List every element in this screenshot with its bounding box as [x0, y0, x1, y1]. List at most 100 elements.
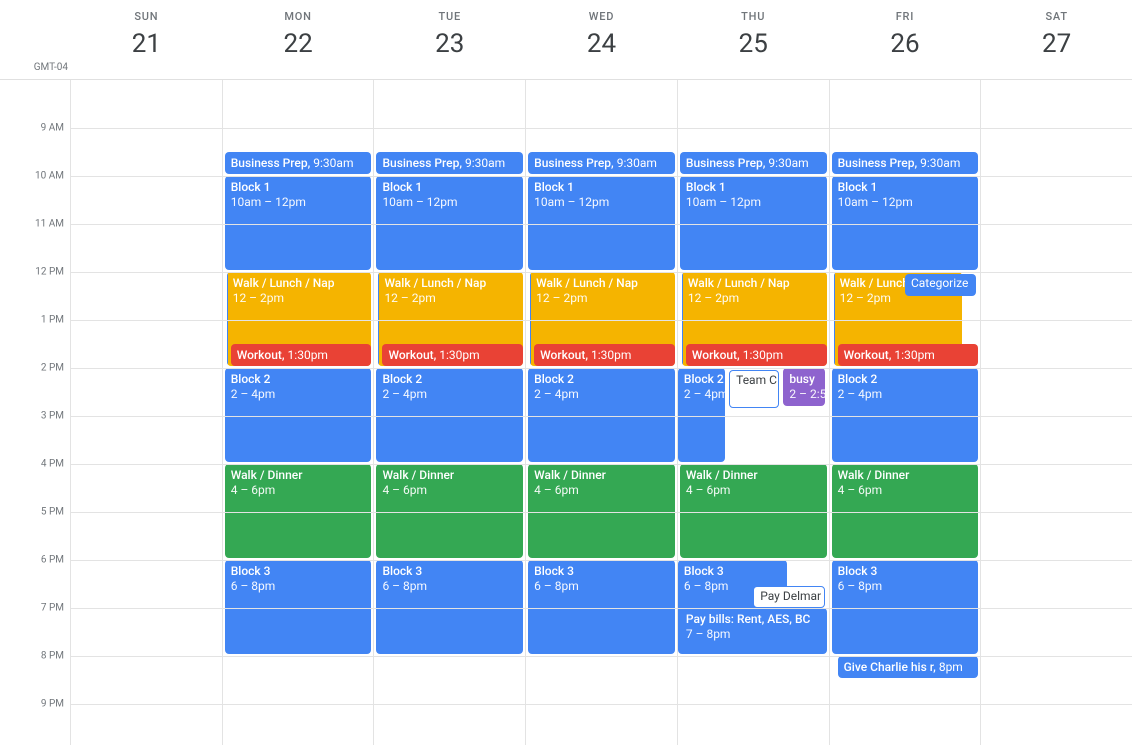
calendar-event[interactable]: Block 110am – 12pm: [832, 176, 979, 270]
event-title: Block 2: [231, 372, 271, 386]
event-time: 9:30am: [614, 156, 657, 170]
calendar-event[interactable]: Give Charlie his r, 8pm: [838, 656, 979, 678]
day-column[interactable]: Business Prep, 9:30amBlock 110am – 12pmW…: [525, 80, 677, 745]
calendar-event[interactable]: Block 110am – 12pm: [528, 176, 675, 270]
day-of-week: WED: [526, 10, 677, 23]
day-column[interactable]: Business Prep, 9:30amBlock 110am – 12pm W…: [829, 80, 981, 745]
event-subtitle: 10am – 12pm: [838, 195, 913, 209]
event-subtitle: 4 – 6pm: [686, 483, 731, 497]
calendar-event[interactable]: Walk / Dinner4 – 6pm: [680, 464, 827, 558]
calendar-event[interactable]: Block 22 – 4pm: [225, 368, 372, 462]
event-chip[interactable]: Team C: [729, 370, 779, 408]
day-column[interactable]: [70, 80, 222, 745]
calendar-event[interactable]: Block 110am – 12pm: [225, 176, 372, 270]
time-label: 5 PM: [41, 507, 64, 518]
calendar-event[interactable]: busy2 – 2:5: [783, 368, 824, 406]
event-subtitle: 10am – 12pm: [534, 195, 609, 209]
event-title: Walk / Dinner: [231, 468, 303, 482]
calendar-event[interactable]: Walk / Dinner4 – 6pm: [376, 464, 523, 558]
event-time: 1:30pm: [436, 348, 479, 362]
time-label: 6 PM: [41, 555, 64, 566]
calendar-header: GMT-04 SUN21MON22TUE23WED24THU25FRI26SAT…: [0, 0, 1132, 80]
day-date: 25: [678, 29, 829, 59]
event-subtitle: 12 – 2pm: [536, 291, 587, 305]
calendar-event[interactable]: Block 110am – 12pm: [680, 176, 827, 270]
calendar-event[interactable]: Workout, 1:30pm: [534, 344, 675, 366]
calendar-event[interactable]: Block 110am – 12pm: [376, 176, 523, 270]
calendar-event[interactable]: Block 22 – 4pm: [528, 368, 675, 462]
event-title: Walk / Lunch / Nap: [536, 276, 638, 290]
event-accent: [530, 272, 531, 366]
event-title: Walk / Dinner: [686, 468, 758, 482]
calendar-event[interactable]: Block 22 – 4pm: [678, 368, 725, 462]
event-subtitle: 4 – 6pm: [838, 483, 883, 497]
calendar-event[interactable]: Workout, 1:30pm: [382, 344, 523, 366]
event-time: 1:30pm: [740, 348, 783, 362]
day-header[interactable]: WED24: [525, 0, 677, 79]
event-title: Block 2: [684, 372, 724, 386]
calendar-event[interactable]: Block 36 – 8pm: [832, 560, 979, 654]
calendar-body: 9 AM10 AM11 AM12 PM1 PM2 PM3 PM4 PM5 PM6…: [0, 80, 1132, 745]
calendar-event[interactable]: Block 22 – 4pm: [832, 368, 979, 462]
day-header[interactable]: THU 25: [677, 0, 829, 79]
event-title: Pay Delmar: [760, 589, 821, 603]
calendar-event[interactable]: Block 36 – 8pm: [376, 560, 523, 654]
day-of-week: SAT: [981, 10, 1132, 23]
calendar-event[interactable]: Business Prep, 9:30am: [376, 152, 523, 174]
event-title: Block 3: [684, 564, 724, 578]
day-column[interactable]: Business Prep, 9:30amBlock 110am – 12pm W…: [677, 80, 829, 745]
event-title: busy: [789, 372, 814, 386]
calendar-event[interactable]: Workout, 1:30pm: [838, 344, 979, 366]
event-accent: [682, 272, 683, 366]
event-chip[interactable]: Categorize: [905, 274, 976, 296]
event-title: Walk / Dinner: [838, 468, 910, 482]
event-time: 9:30am: [765, 156, 808, 170]
event-title: Block 1: [534, 180, 574, 194]
event-subtitle: 10am – 12pm: [382, 195, 457, 209]
day-column[interactable]: Business Prep, 9:30amBlock 110am – 12pm W…: [373, 80, 525, 745]
day-header[interactable]: SUN21: [70, 0, 222, 79]
day-date: 26: [830, 29, 981, 59]
time-label: 8 PM: [41, 651, 64, 662]
event-subtitle: 10am – 12pm: [686, 195, 761, 209]
calendar-event[interactable]: Pay bills: Rent, AES, BC7 – 8pm: [680, 608, 827, 654]
day-column[interactable]: [980, 80, 1132, 745]
event-subtitle: 6 – 8pm: [838, 579, 883, 593]
event-title: Walk / Dinner: [534, 468, 606, 482]
time-label: 3 PM: [41, 411, 64, 422]
event-title: Pay bills: Rent, AES, BC: [686, 612, 810, 626]
day-header[interactable]: FRI26: [829, 0, 981, 79]
day-header[interactable]: TUE23: [373, 0, 525, 79]
calendar-event[interactable]: Walk / Dinner4 – 6pm: [832, 464, 979, 558]
calendar-event[interactable]: Workout, 1:30pm: [686, 344, 827, 366]
event-title: Block 3: [534, 564, 574, 578]
calendar-event[interactable]: Workout, 1:30pm: [231, 344, 372, 366]
calendar-event[interactable]: Business Prep, 9:30am: [680, 152, 827, 174]
calendar-event[interactable]: Business Prep, 9:30am: [528, 152, 675, 174]
event-subtitle: 2 – 4pm: [838, 387, 883, 401]
calendar-event[interactable]: Walk / Dinner4 – 6pm: [528, 464, 675, 558]
calendar-event[interactable]: Block 36 – 8pm: [225, 560, 372, 654]
event-subtitle: 12 – 2pm: [840, 291, 891, 305]
event-subtitle: 2 – 2:5: [789, 387, 824, 401]
event-accent: [378, 272, 379, 366]
event-title: Workout,: [388, 348, 436, 362]
calendar-event[interactable]: Business Prep, 9:30am: [225, 152, 372, 174]
event-title: Categorize: [911, 276, 968, 290]
event-title: Business Prep,: [534, 156, 614, 170]
calendar-event[interactable]: Walk / Dinner4 – 6pm: [225, 464, 372, 558]
calendar-event[interactable]: Block 36 – 8pm: [528, 560, 675, 654]
calendar-event[interactable]: Business Prep, 9:30am: [832, 152, 979, 174]
calendar-event[interactable]: Block 22 – 4pm: [376, 368, 523, 462]
hour-gridline: [70, 176, 1132, 177]
day-header[interactable]: SAT27: [980, 0, 1132, 79]
time-label: 10 AM: [35, 171, 64, 182]
hour-gridline: [70, 656, 1132, 657]
event-subtitle: 4 – 6pm: [231, 483, 276, 497]
event-chip[interactable]: Pay Delmar: [753, 586, 824, 608]
day-header[interactable]: MON22: [222, 0, 374, 79]
event-subtitle: 6 – 8pm: [684, 579, 729, 593]
day-of-week: THU: [678, 10, 829, 23]
event-title: Block 3: [231, 564, 271, 578]
day-column[interactable]: Business Prep, 9:30amBlock 110am – 12pm W…: [222, 80, 374, 745]
